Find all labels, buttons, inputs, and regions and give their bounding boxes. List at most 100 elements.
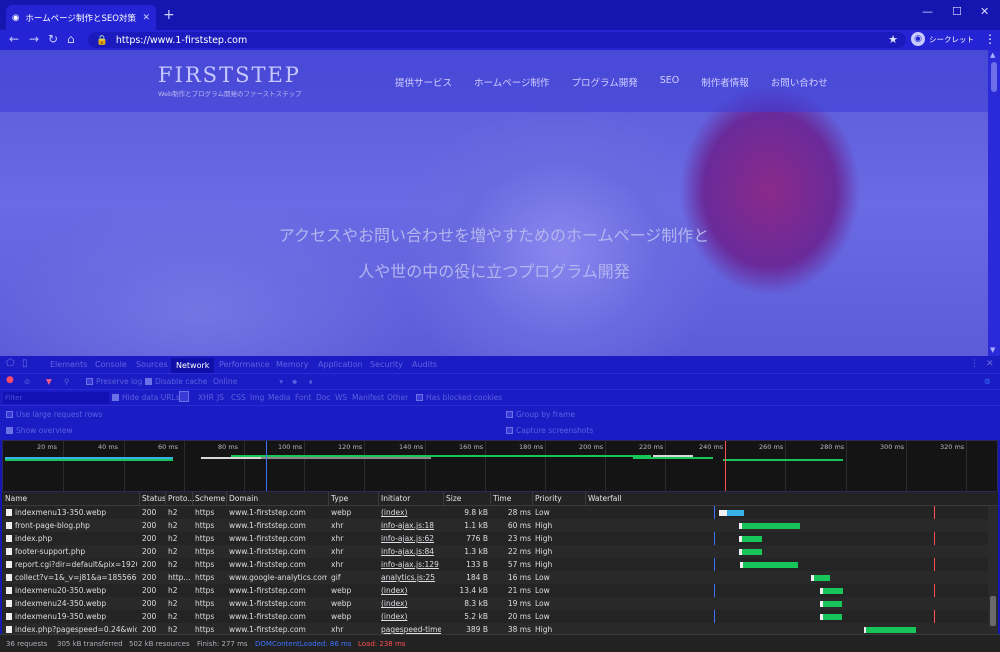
- devtools-close-icon[interactable]: ✕: [986, 359, 994, 369]
- import-har-icon[interactable]: ⬥: [292, 377, 297, 387]
- table-row[interactable]: front-page-blog.php 200 h2 https www.1-first…: [2, 519, 998, 532]
- nav-web-design[interactable]: ホームページ制作: [474, 75, 550, 89]
- disable-cache-checkbox[interactable]: Disable cache: [145, 377, 207, 386]
- request-initiator[interactable]: (index): [381, 586, 441, 595]
- tab-elements[interactable]: Elements: [50, 360, 87, 369]
- tab-security[interactable]: Security: [370, 360, 403, 369]
- col-size[interactable]: Size: [446, 494, 461, 503]
- tab-performance[interactable]: Performance: [219, 360, 270, 369]
- preserve-log-checkbox[interactable]: Preserve log: [86, 377, 142, 386]
- menu-icon[interactable]: ⋮: [984, 32, 996, 46]
- request-initiator[interactable]: info-ajax.js:129: [381, 560, 441, 569]
- network-overview[interactable]: 20 ms 40 ms 60 ms 80 ms 100 ms 120 ms 140 ms 16…: [2, 440, 998, 492]
- tab-network[interactable]: Network: [171, 358, 215, 373]
- has-blocked-cookies-checkbox[interactable]: Has blocked cookies: [416, 393, 502, 402]
- page-scrollbar[interactable]: ▲ ▼: [988, 50, 1000, 356]
- scroll-down-icon[interactable]: ▼: [990, 346, 995, 354]
- col-status[interactable]: Status: [142, 494, 166, 503]
- group-by-frame-checkbox[interactable]: Group by frame: [506, 410, 575, 419]
- settings-gear-icon[interactable]: ⚙: [984, 377, 991, 386]
- request-initiator[interactable]: info-ajax.js:62: [381, 534, 441, 543]
- filter-media[interactable]: Media: [268, 393, 291, 402]
- reload-icon[interactable]: ↻: [48, 32, 58, 46]
- col-scheme[interactable]: Scheme: [195, 494, 225, 503]
- scroll-up-icon[interactable]: ▲: [990, 51, 995, 59]
- site-logo[interactable]: FIRSTSTEP: [158, 63, 301, 87]
- show-overview-checkbox[interactable]: Show overview: [6, 426, 73, 435]
- all-types-toggle[interactable]: [179, 391, 189, 402]
- capture-screenshots-checkbox[interactable]: Capture screenshots: [506, 426, 593, 435]
- throttle-select[interactable]: Online ▾: [213, 377, 283, 386]
- nav-program-dev[interactable]: プログラム開発: [572, 75, 638, 89]
- table-row[interactable]: collect?v=1&_v=j81&a=18556660... 200 http.…: [2, 571, 998, 584]
- col-protocol[interactable]: Proto...: [168, 494, 194, 503]
- search-icon[interactable]: ⚲: [64, 377, 70, 386]
- table-row[interactable]: indexmenu19-350.webp 200 h2 https www.1-firs…: [2, 610, 998, 623]
- nav-seo[interactable]: SEO: [660, 75, 680, 89]
- inspect-icon[interactable]: ⬠: [6, 358, 15, 369]
- tab-application[interactable]: Application: [318, 360, 363, 369]
- nav-contact[interactable]: お問い合わせ: [771, 75, 828, 89]
- forward-icon[interactable]: →: [29, 32, 39, 46]
- bookmark-star-icon[interactable]: ★: [888, 33, 898, 46]
- request-table-scrollbar[interactable]: [988, 506, 998, 634]
- filter-css[interactable]: CSS: [231, 393, 246, 402]
- table-row[interactable]: index.php 200 h2 https www.1-firststep.com xh…: [2, 532, 998, 545]
- request-initiator[interactable]: info-ajax.js:84: [381, 547, 441, 556]
- hide-data-urls-checkbox[interactable]: Hide data URLs: [112, 393, 180, 402]
- col-waterfall[interactable]: Waterfall: [588, 494, 622, 503]
- request-scroll-thumb[interactable]: [990, 596, 996, 626]
- browser-tab[interactable]: ◉ ホームページ制作とSEO対策な ✕: [6, 5, 156, 30]
- col-name[interactable]: Name: [5, 494, 27, 503]
- table-row[interactable]: indexmenu20-350.webp 200 h2 https www.1-firs…: [2, 584, 998, 597]
- filter-js[interactable]: JS: [217, 393, 224, 402]
- filter-xhr[interactable]: XHR: [198, 393, 214, 402]
- device-toolbar-icon[interactable]: ▯: [22, 358, 28, 369]
- request-initiator[interactable]: analytics.js:25: [381, 573, 441, 582]
- table-row[interactable]: index.php?pagespeed=0.24&width... 200 h2 ht…: [2, 623, 998, 634]
- nav-services[interactable]: 提供サービス: [395, 75, 452, 89]
- devtools-menu-icon[interactable]: ⋮: [970, 359, 979, 369]
- col-initiator[interactable]: Initiator: [381, 494, 410, 503]
- tab-sources[interactable]: Sources: [136, 360, 168, 369]
- large-rows-checkbox[interactable]: Use large request rows: [6, 410, 102, 419]
- filter-other[interactable]: Other: [387, 393, 408, 402]
- request-initiator[interactable]: (index): [381, 599, 441, 608]
- request-initiator[interactable]: (index): [381, 612, 441, 621]
- tab-memory[interactable]: Memory: [276, 360, 309, 369]
- tab-console[interactable]: Console: [95, 360, 127, 369]
- new-tab-icon[interactable]: +: [163, 7, 175, 23]
- filter-icon[interactable]: ▼: [46, 377, 52, 386]
- col-type[interactable]: Type: [331, 494, 348, 503]
- table-row[interactable]: indexmenu24-350.webp 200 h2 https www.1-firs…: [2, 597, 998, 610]
- col-priority[interactable]: Priority: [535, 494, 562, 503]
- filter-font[interactable]: Font: [295, 393, 311, 402]
- maximize-icon[interactable]: ☐: [952, 5, 962, 18]
- filter-doc[interactable]: Doc: [316, 393, 331, 402]
- table-row[interactable]: indexmenu13-350.webp 200 h2 https www.1-firs…: [2, 506, 998, 519]
- table-row[interactable]: footer-support.php 200 h2 https www.1-firsts…: [2, 545, 998, 558]
- request-initiator[interactable]: (index): [381, 508, 441, 517]
- col-domain[interactable]: Domain: [229, 494, 258, 503]
- home-icon[interactable]: ⌂: [67, 32, 75, 46]
- tab-audits[interactable]: Audits: [412, 360, 437, 369]
- export-har-icon[interactable]: ⬧: [309, 377, 312, 387]
- clear-icon[interactable]: ⊘: [24, 377, 30, 386]
- record-icon[interactable]: ●: [6, 375, 14, 385]
- minimize-icon[interactable]: —: [922, 5, 933, 18]
- page-scroll-thumb[interactable]: [991, 62, 997, 92]
- nav-author[interactable]: 制作者情報: [701, 75, 749, 89]
- filter-input[interactable]: Filter: [3, 392, 109, 404]
- col-time[interactable]: Time: [493, 494, 511, 503]
- address-bar[interactable]: 🔒 https://www.1-firststep.com ★: [88, 32, 906, 48]
- window-close-icon[interactable]: ✕: [980, 5, 989, 18]
- request-initiator[interactable]: info-ajax.js:18: [381, 521, 441, 530]
- filter-ws[interactable]: WS: [335, 393, 347, 402]
- back-icon[interactable]: ←: [9, 32, 19, 46]
- close-tab-icon[interactable]: ✕: [142, 13, 150, 23]
- filter-manifest[interactable]: Manifest: [352, 393, 384, 402]
- table-row[interactable]: report.cgi?dir=default&pix=1920x... 200 h2…: [2, 558, 998, 571]
- filter-img[interactable]: Img: [250, 393, 264, 402]
- incognito-indicator[interactable]: ◉ シークレット: [911, 32, 974, 46]
- request-initiator[interactable]: pagespeed-time...: [381, 625, 441, 634]
